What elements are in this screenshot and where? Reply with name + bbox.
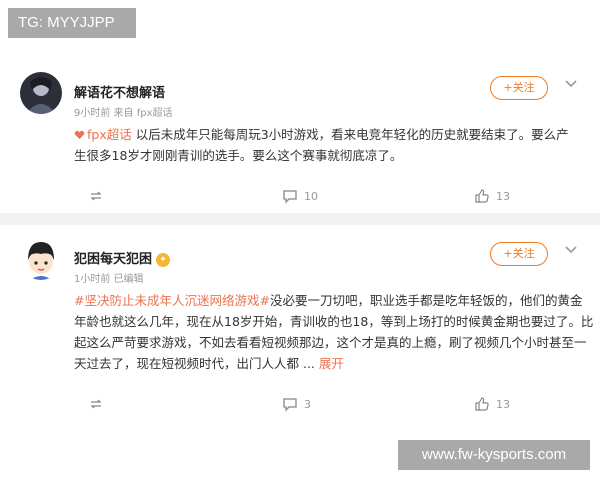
post-divider [0,213,600,225]
repost-icon [90,191,102,201]
comment-count: 3 [304,397,311,411]
tg-label: TG: MYYJJPP [8,8,136,38]
username[interactable]: 解语花不想解语 [74,82,165,101]
thumbs-up-icon [475,189,489,203]
follow-button[interactable]: +关注 [490,242,548,266]
super-topic-icon [74,125,85,139]
post-text: 以后未成年只能每周玩3小时游戏，看来电竞年轻化的历史就要结束了。要么产生很多18… [74,127,569,163]
post-card: 犯困每天犯困 ✦ 1小时前 已编辑 +关注 #坚决防止未成年人沉迷网络游戏#没必要… [0,228,600,428]
like-button[interactable]: 13 [474,392,510,416]
username-text: 犯困每天犯困 [74,252,153,267]
post-content: #坚决防止未成年人沉迷网络游戏#没必要一刀切吧，职业选手都是吃年轻饭的，他们的黄… [74,290,594,374]
post-card: 解语花不想解语 9小时前 来自 fpx超话 +关注 fpx超话 以后未成年只能每… [0,62,600,212]
post-meta: 1小时前 已编辑 [74,274,144,285]
username[interactable]: 犯困每天犯困 ✦ [74,248,171,267]
site-watermark: www.fw-kysports.com [398,440,590,470]
comment-button[interactable]: 3 [282,392,311,416]
comment-icon [283,190,297,204]
follow-button[interactable]: +关注 [490,76,548,100]
repost-button[interactable] [88,184,110,208]
chevron-down-icon[interactable] [564,76,578,90]
comment-icon [283,398,297,412]
chevron-down-icon[interactable] [564,242,578,256]
repost-icon [90,399,102,409]
post-content: fpx超话 以后未成年只能每周玩3小时游戏，看来电竞年轻化的历史就要结束了。要么… [74,124,574,166]
action-bar: 10 13 [0,184,600,208]
like-count: 13 [496,397,510,411]
like-count: 13 [496,189,510,203]
thumbs-up-icon [475,397,489,411]
post-meta: 9小时前 来自 fpx超话 [74,108,173,119]
like-button[interactable]: 13 [474,184,510,208]
comment-button[interactable]: 10 [282,184,318,208]
expand-link[interactable]: 展开 [319,356,344,371]
avatar[interactable] [20,238,62,280]
action-bar: 3 13 [0,392,600,416]
avatar[interactable] [20,72,62,114]
repost-button[interactable] [88,392,110,416]
comment-count: 10 [304,189,318,203]
vip-badge-icon: ✦ [156,253,171,267]
super-topic-link[interactable]: fpx超话 [87,127,132,142]
hashtag-link[interactable]: #坚决防止未成年人沉迷网络游戏# [74,293,270,308]
